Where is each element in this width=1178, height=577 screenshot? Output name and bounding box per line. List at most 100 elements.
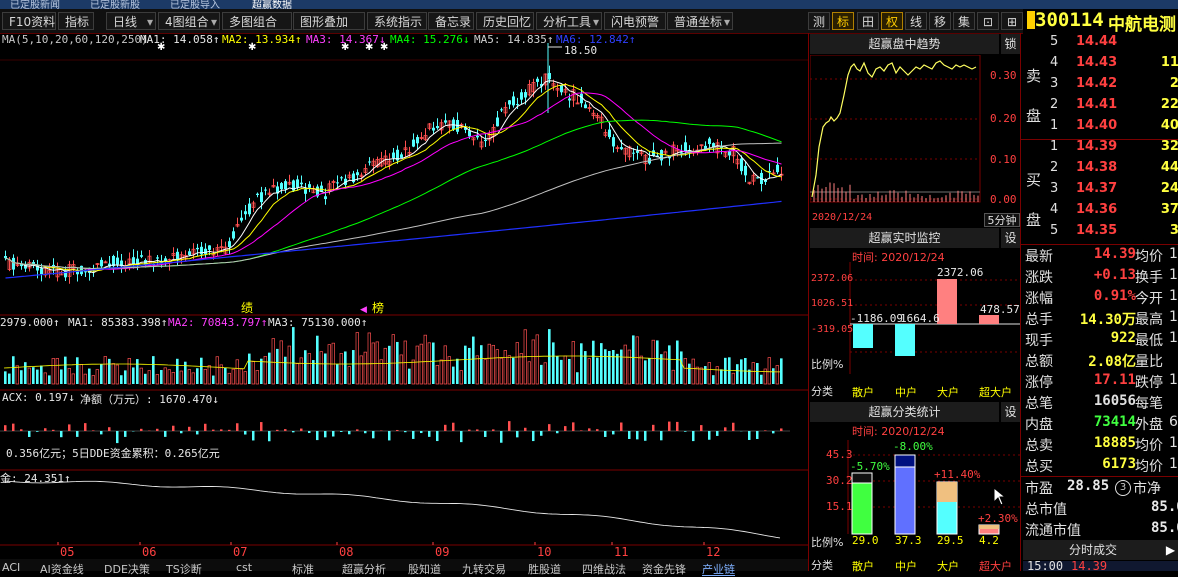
measure-button[interactable]: 测 bbox=[808, 12, 830, 30]
buy-level-row[interactable]: 414.36375 bbox=[1046, 202, 1178, 222]
volume-bar bbox=[252, 362, 255, 384]
bottom-tab[interactable]: AI资金线 bbox=[40, 561, 84, 575]
top-tab[interactable]: 已定股新闻 bbox=[10, 0, 60, 9]
move-button[interactable]: 移 bbox=[929, 12, 951, 30]
volume-bar bbox=[756, 363, 759, 384]
memo-button[interactable]: 备忘录 bbox=[428, 12, 474, 30]
volume-bar bbox=[604, 349, 607, 384]
classify-settings-button[interactable]: 设 bbox=[1001, 402, 1020, 422]
volume-bar bbox=[288, 346, 291, 384]
bottom-tab[interactable]: 九转交易 bbox=[462, 561, 506, 575]
kline-chart-area[interactable]: ✱✱✱✱✱ bbox=[0, 33, 808, 571]
acx-bar bbox=[652, 425, 655, 431]
volume-bar bbox=[236, 360, 239, 384]
f10-button[interactable]: F10资料 bbox=[2, 12, 56, 30]
month-label: 08 bbox=[339, 545, 353, 559]
buy-level-row[interactable]: 214.38449 bbox=[1046, 160, 1178, 180]
rights-button[interactable]: 权 bbox=[881, 12, 903, 30]
period-button[interactable]: 5分钟 bbox=[984, 213, 1020, 227]
indicator-button[interactable]: 指标 bbox=[58, 12, 94, 30]
bottom-tab[interactable]: 四维战法 bbox=[582, 561, 626, 575]
volume-bar bbox=[72, 374, 75, 384]
sell-level-row[interactable]: 514.447 bbox=[1046, 34, 1178, 54]
volume-bar bbox=[80, 364, 83, 384]
trades-title[interactable]: 分时成交 bbox=[1023, 540, 1163, 560]
period-dropdown[interactable]: 日线▾ bbox=[106, 12, 156, 30]
sell-level-row[interactable]: 314.4222 bbox=[1046, 76, 1178, 96]
multi-chart-button[interactable]: 多图组合 bbox=[222, 12, 292, 30]
top-tab[interactable]: 已定股导入 bbox=[170, 0, 220, 9]
bottom-tab[interactable]: cst bbox=[236, 561, 252, 575]
buy-level-row[interactable]: 514.3536 bbox=[1046, 223, 1178, 243]
volume-bar bbox=[412, 360, 415, 384]
dropdown-arrow-icon: ▾ bbox=[724, 13, 730, 31]
overlay-button[interactable]: 图形叠加 bbox=[293, 12, 365, 30]
bottom-tab[interactable]: 资金先锋 bbox=[642, 561, 686, 575]
bottom-tab[interactable]: 标准 bbox=[292, 561, 314, 575]
quote-label: 总额 bbox=[1025, 351, 1053, 371]
candle-body bbox=[400, 154, 403, 158]
bottom-tab[interactable]: 股知道 bbox=[408, 561, 441, 575]
volume-bar bbox=[384, 348, 387, 384]
sell-level-row[interactable]: 214.41225 bbox=[1046, 97, 1178, 117]
line-button[interactable]: 线 bbox=[905, 12, 927, 30]
grid-button[interactable]: 田 bbox=[857, 12, 879, 30]
volume-bar bbox=[232, 369, 235, 384]
window-icon[interactable]: ⊡ bbox=[977, 12, 999, 30]
layout-icon[interactable]: ⊞ bbox=[1001, 12, 1023, 30]
sell-level-row[interactable]: 114.40400 bbox=[1046, 118, 1178, 138]
analysis-tools-dropdown[interactable]: 分析工具▾ bbox=[536, 12, 602, 30]
volume-bar bbox=[188, 370, 191, 384]
system-indicator-button[interactable]: 系统指示 bbox=[367, 12, 427, 30]
volume-bar bbox=[364, 352, 367, 384]
volume-bar bbox=[284, 357, 287, 384]
acx-bar bbox=[52, 430, 55, 431]
intraday-chart[interactable] bbox=[810, 55, 1020, 227]
ma1-line bbox=[6, 81, 782, 273]
buy-level-row[interactable]: 114.39325 bbox=[1046, 139, 1178, 159]
coordinate-dropdown[interactable]: 普通坐标▾ bbox=[667, 12, 733, 30]
volume-bar bbox=[504, 350, 507, 384]
volume-bar bbox=[264, 356, 267, 384]
candle-body bbox=[708, 139, 711, 145]
acx-bar bbox=[372, 431, 375, 438]
ranking-marker[interactable]: 榜 bbox=[372, 299, 384, 316]
classify-value: 29.5 bbox=[937, 534, 964, 547]
alert-button[interactable]: 闪电预警 bbox=[604, 12, 666, 30]
volume-bar bbox=[748, 370, 751, 384]
acx-bar bbox=[92, 430, 95, 431]
volume-bar bbox=[768, 358, 771, 384]
buy-level-row[interactable]: 314.37240 bbox=[1046, 181, 1178, 201]
candle-body bbox=[444, 120, 447, 122]
mark-button[interactable]: 标 bbox=[832, 12, 854, 30]
bottom-tab[interactable]: TS诊断 bbox=[166, 561, 202, 575]
combo-dropdown[interactable]: 4图组合▾ bbox=[158, 12, 220, 30]
bottom-tab-active[interactable]: 产业链 bbox=[702, 561, 735, 576]
sell-level-row[interactable]: 414.43110 bbox=[1046, 55, 1178, 75]
bottom-tab[interactable]: 胜股道 bbox=[528, 561, 561, 575]
quote-value: 6173 bbox=[1102, 456, 1136, 472]
bottom-tab[interactable]: ACI bbox=[2, 561, 20, 575]
quote-row: 总笔16056每笔 bbox=[1023, 393, 1178, 414]
candle-body bbox=[632, 153, 635, 154]
quote-row: 总手14.30万最高1 bbox=[1023, 309, 1178, 330]
acx-bar bbox=[348, 431, 351, 434]
top-tab[interactable]: 已定股新股 bbox=[90, 0, 140, 9]
volume-bar bbox=[276, 349, 279, 384]
acx-bar bbox=[692, 431, 695, 441]
history-button[interactable]: 历史回忆 bbox=[476, 12, 534, 30]
monitor-category: 中户 bbox=[895, 384, 917, 400]
buy-level-price: 14.36 bbox=[1076, 202, 1117, 217]
bottom-tab[interactable]: DDE决策 bbox=[104, 561, 150, 575]
lock-button[interactable]: 锁 bbox=[1001, 34, 1020, 54]
earnings-marker[interactable]: 绩 bbox=[241, 299, 253, 316]
monitor-settings-button[interactable]: 设 bbox=[1001, 228, 1020, 248]
top-tab-active[interactable]: 超赢数据 bbox=[252, 0, 292, 9]
collect-button[interactable]: 集 bbox=[953, 12, 975, 30]
acx-bar bbox=[84, 423, 87, 431]
expand-arrow-icon[interactable]: ▶ bbox=[1163, 540, 1178, 560]
volume-bar bbox=[704, 366, 707, 384]
candle-body bbox=[188, 251, 191, 255]
bottom-tab[interactable]: 超赢分析 bbox=[342, 561, 386, 575]
acx-bar bbox=[724, 427, 727, 431]
